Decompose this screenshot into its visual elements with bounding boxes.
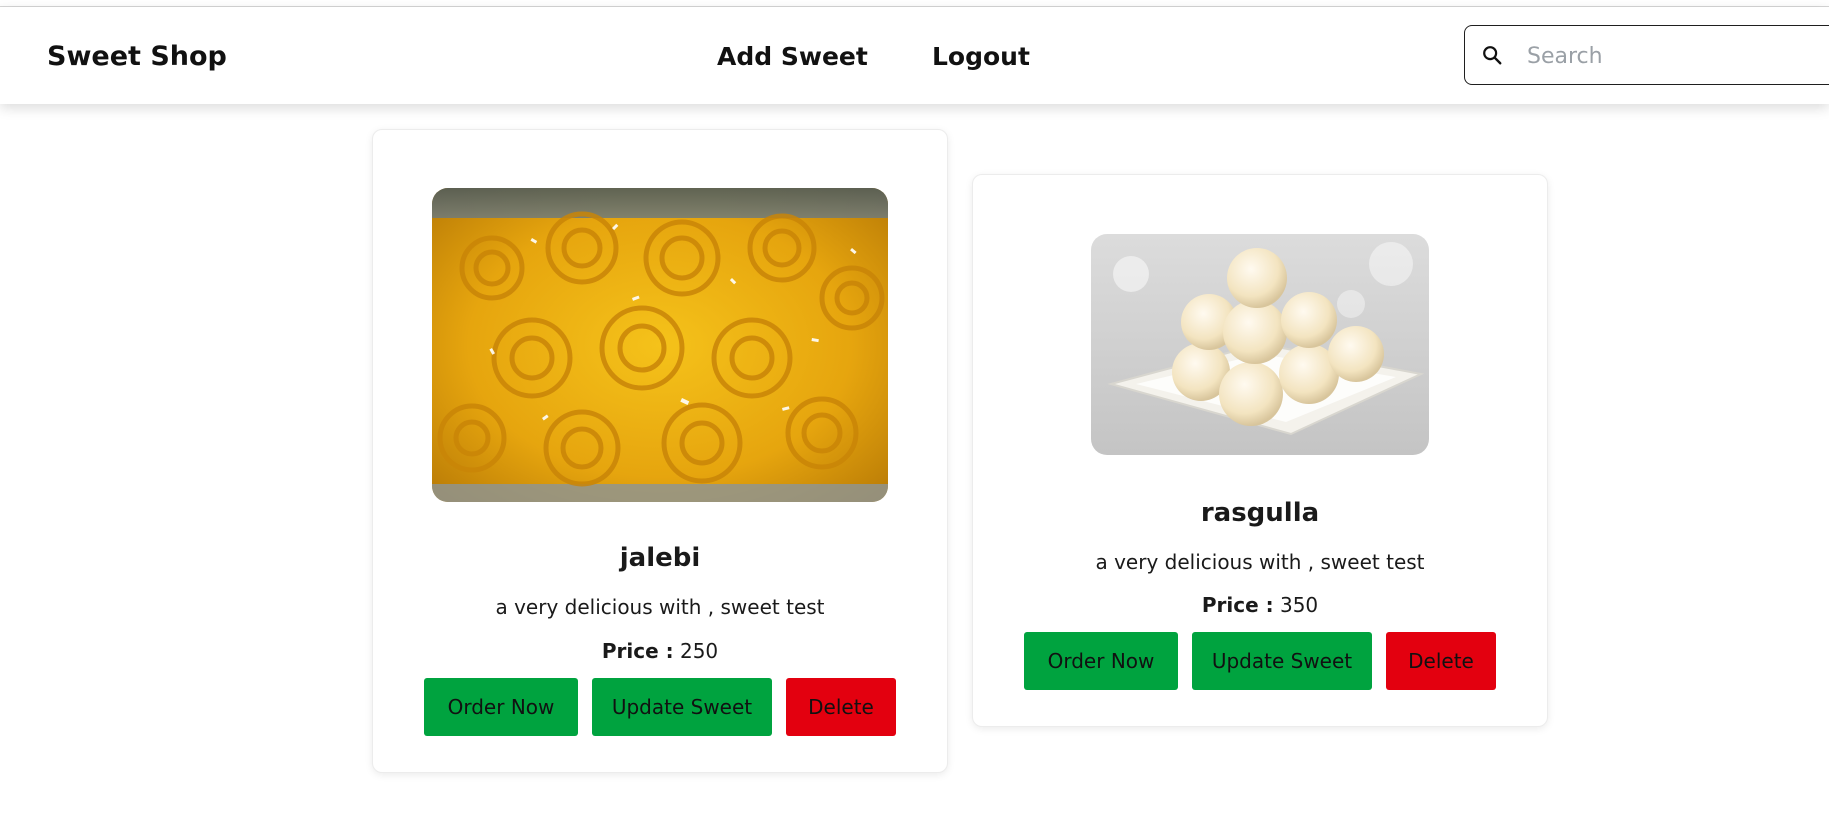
product-description: a very delicious with , sweet test bbox=[1095, 550, 1425, 574]
order-now-button[interactable]: Order Now bbox=[1024, 632, 1178, 690]
product-name: jalebi bbox=[619, 543, 701, 573]
nav-add-sweet-link[interactable]: Add Sweet bbox=[717, 42, 868, 71]
update-sweet-button[interactable]: Update Sweet bbox=[1192, 632, 1372, 690]
update-sweet-button[interactable]: Update Sweet bbox=[592, 678, 772, 736]
jalebi-photo bbox=[432, 188, 888, 502]
brand-title[interactable]: Sweet Shop bbox=[47, 41, 227, 72]
product-image-jalebi bbox=[432, 188, 888, 502]
product-description: a very delicious with , sweet test bbox=[495, 595, 825, 619]
navbar: Sweet Shop Add Sweet Logout bbox=[0, 7, 1829, 104]
price-value: 250 bbox=[679, 639, 719, 663]
search-box[interactable] bbox=[1464, 25, 1829, 85]
nav-logout-link[interactable]: Logout bbox=[932, 42, 1030, 71]
order-now-button[interactable]: Order Now bbox=[424, 678, 578, 736]
product-name: rasgulla bbox=[1200, 498, 1320, 528]
price-label: Price : bbox=[601, 639, 674, 663]
price-label: Price : bbox=[1201, 593, 1274, 617]
product-price: Price : 250 bbox=[373, 639, 947, 663]
product-image-rasgulla bbox=[1091, 234, 1429, 455]
product-card-jalebi: jalebi a very delicious with , sweet tes… bbox=[372, 129, 948, 773]
price-value: 350 bbox=[1279, 593, 1319, 617]
search-input[interactable] bbox=[1525, 35, 1829, 77]
product-card-rasgulla: rasgulla a very delicious with , sweet t… bbox=[972, 174, 1548, 727]
product-price: Price : 350 bbox=[973, 593, 1547, 617]
delete-button[interactable]: Delete bbox=[786, 678, 896, 736]
rasgulla-photo bbox=[1091, 234, 1429, 455]
delete-button[interactable]: Delete bbox=[1386, 632, 1496, 690]
search-icon bbox=[1483, 46, 1502, 65]
